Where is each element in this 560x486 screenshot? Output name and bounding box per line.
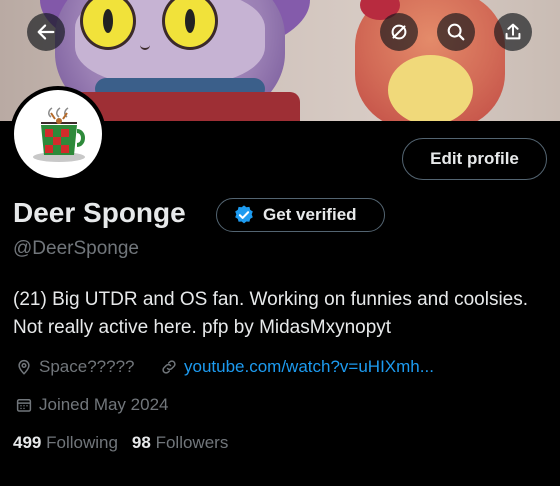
joined-text: Joined May 2024 xyxy=(39,395,169,414)
followers-label: Followers xyxy=(155,433,229,452)
profile-joined: Joined May 2024 xyxy=(15,395,168,415)
search-icon xyxy=(447,23,465,41)
avatar-mug-picture xyxy=(33,107,85,162)
follow-counts: 499 Following 98 Followers xyxy=(13,433,228,453)
back-button[interactable] xyxy=(27,13,65,51)
profile-website[interactable]: youtube.com/watch?v=uHIXmh... xyxy=(160,357,434,377)
location-text: Space????? xyxy=(39,357,135,376)
following-link[interactable]: 499 Following xyxy=(13,433,118,453)
mute-icon xyxy=(391,24,407,40)
followers-count: 98 xyxy=(131,433,151,452)
get-verified-label: Get verified xyxy=(263,205,357,224)
location-pin-icon xyxy=(18,359,30,375)
profile-name: Deer Sponge xyxy=(13,197,186,228)
edit-profile-button[interactable]: Edit profile xyxy=(402,138,547,180)
search-button[interactable] xyxy=(437,13,475,51)
following-label: Following xyxy=(46,433,118,452)
banner-plush-nose xyxy=(140,40,150,50)
share-icon xyxy=(505,23,521,40)
verified-badge-icon xyxy=(235,205,253,224)
profile-handle: @DeerSponge xyxy=(13,238,139,259)
calendar-icon xyxy=(16,399,32,412)
profile-bio: (21) Big UTDR and OS fan. Working on fun… xyxy=(13,289,529,338)
avatar-image xyxy=(14,90,102,178)
profile-location: Space????? xyxy=(15,357,134,377)
back-arrow-icon xyxy=(37,24,55,40)
banner-plush2-belly xyxy=(388,55,473,121)
link-icon xyxy=(162,360,176,374)
following-count: 499 xyxy=(13,433,42,452)
mute-button[interactable] xyxy=(380,13,418,51)
share-button[interactable] xyxy=(494,13,532,51)
followers-link[interactable]: 98 Followers xyxy=(132,433,228,453)
avatar[interactable] xyxy=(10,86,106,182)
get-verified-button[interactable]: Get verified xyxy=(216,198,385,232)
website-link[interactable]: youtube.com/watch?v=uHIXmh... xyxy=(184,357,434,377)
